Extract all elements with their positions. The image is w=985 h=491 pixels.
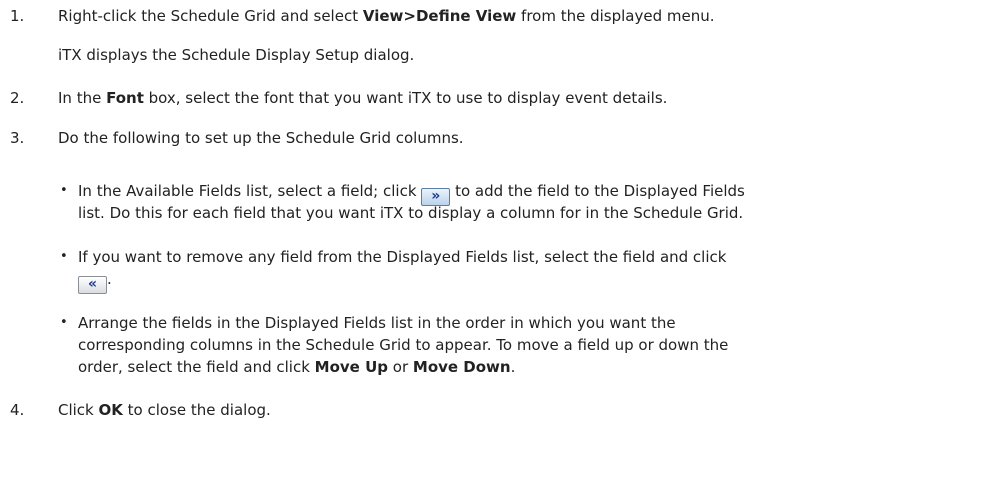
bullet-text-continued: corresponding columns in the Schedule Gr…	[78, 336, 729, 354]
step-text: In the Font box, select the font that yo…	[58, 89, 668, 107]
bullet-text-continued: «.	[78, 269, 112, 294]
step-text: Click OK to close the dialog.	[58, 401, 271, 419]
bullet-text-continued: order, select the field and click Move U…	[78, 358, 516, 376]
bullet-icon: •	[60, 249, 68, 264]
bullet-icon: •	[60, 183, 68, 198]
step-number: 1.	[10, 7, 25, 25]
move-up-label: Move Up	[314, 358, 388, 376]
step-text: Do the following to set up the Schedule …	[58, 129, 464, 147]
step-1-result: iTX displays the Schedule Display Setup …	[58, 46, 415, 64]
bullet-text: Arrange the fields in the Displayed Fiel…	[78, 314, 676, 332]
step-number: 4.	[10, 401, 25, 419]
bullet-icon: •	[60, 315, 68, 330]
step-number: 2.	[10, 89, 25, 107]
move-down-label: Move Down	[412, 358, 511, 376]
bullet-text: If you want to remove any field from the…	[78, 248, 727, 266]
step-number: 3.	[10, 129, 25, 147]
ok-label: OK	[98, 401, 123, 419]
menu-path: View>Define View	[362, 7, 517, 25]
remove-field-button-icon: «	[78, 276, 107, 294]
font-box-label: Font	[106, 89, 144, 107]
step-text: Right-click the Schedule Grid and select…	[58, 7, 715, 25]
bullet-text-continued: list. Do this for each field that you wa…	[78, 204, 744, 222]
